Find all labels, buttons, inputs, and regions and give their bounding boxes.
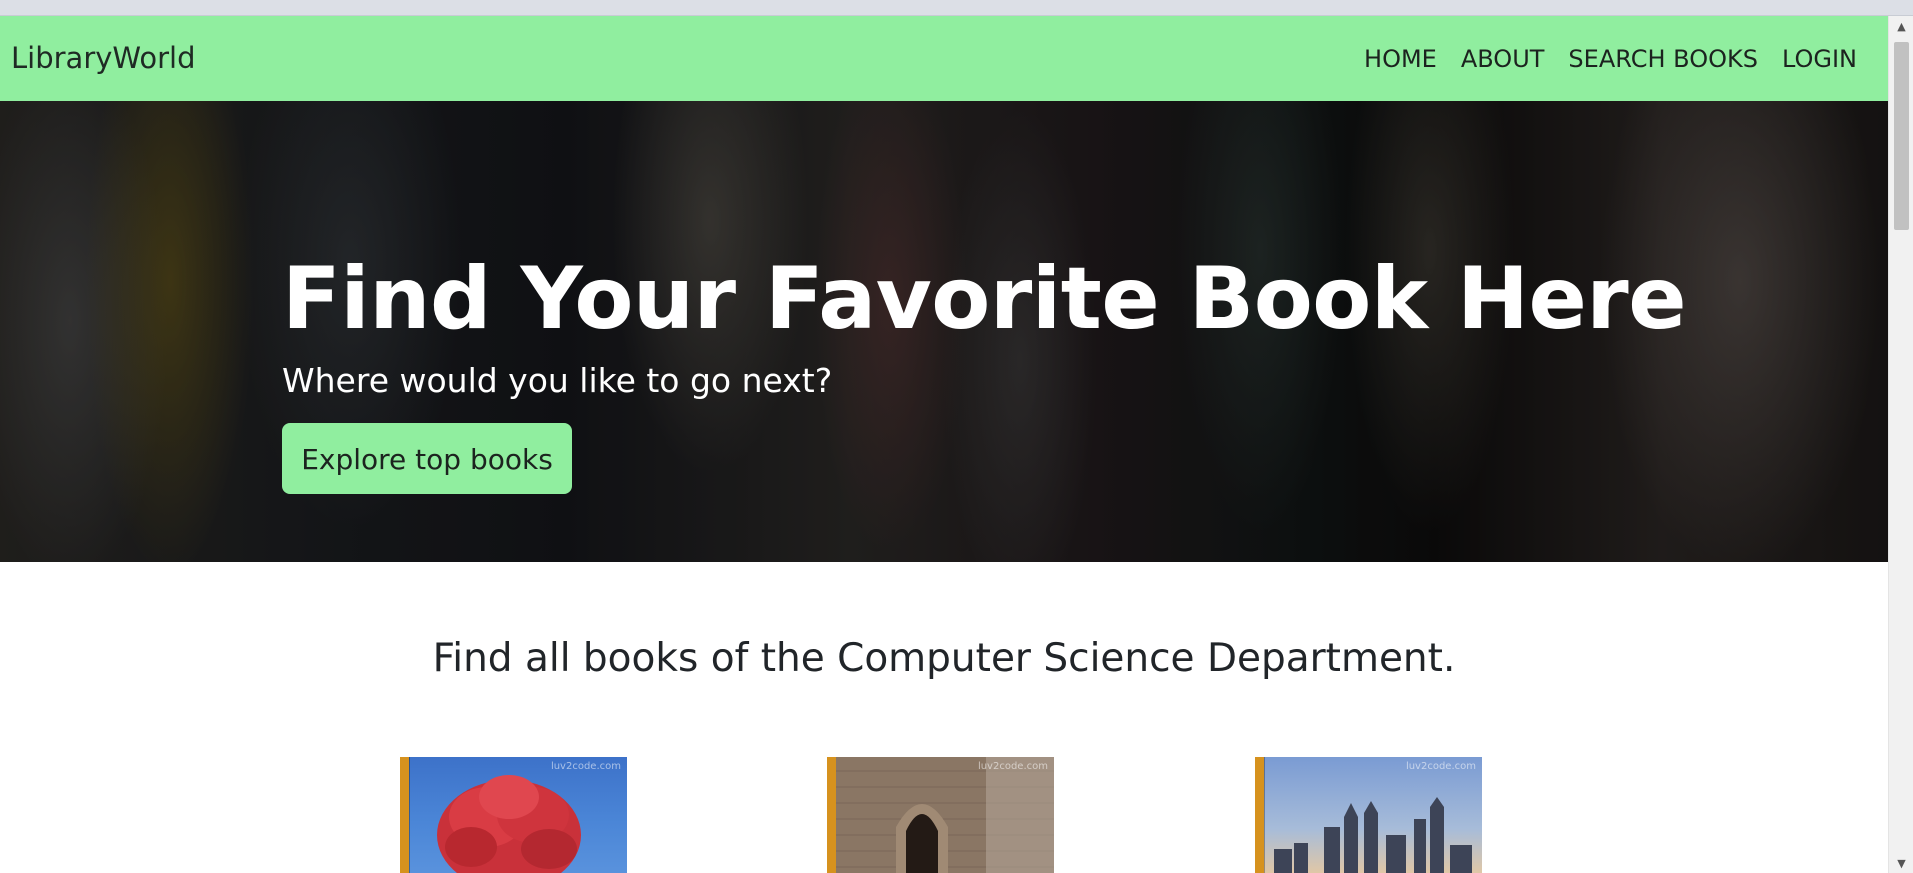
city-skyline-image <box>1274 797 1472 873</box>
hero-subtitle: Where would you like to go next? <box>282 361 833 400</box>
scrollbar-thumb[interactable] <box>1894 42 1909 230</box>
nav-link-about[interactable]: ABOUT <box>1461 45 1545 73</box>
book-watermark: luv2code.com <box>1405 761 1476 772</box>
book-cover-red-tree[interactable]: luv2code.com <box>400 757 627 873</box>
nav-link-login[interactable]: LOGIN <box>1782 45 1857 73</box>
vertical-scrollbar[interactable]: ▲ ▼ <box>1888 16 1913 873</box>
nav-links: HOME ABOUT SEARCH BOOKS LOGIN <box>1364 16 1857 101</box>
hero-content: Find Your Favorite Book Here Where would… <box>282 249 1687 494</box>
hero-title: Find Your Favorite Book Here <box>282 249 1687 349</box>
section-title: Find all books of the Computer Science D… <box>432 636 1456 681</box>
book-cover-city-skyline[interactable]: luv2code.com <box>1255 757 1482 873</box>
brand-logo-link[interactable]: LibraryWorld <box>11 16 196 101</box>
nav-link-search-books[interactable]: SEARCH BOOKS <box>1568 45 1758 73</box>
page: LibraryWorld HOME ABOUT SEARCH BOOKS LOG… <box>0 16 1888 873</box>
hero-banner: Find Your Favorite Book Here Where would… <box>0 101 1888 562</box>
book-watermark: luv2code.com <box>550 761 621 772</box>
explore-top-books-button[interactable]: Explore top books <box>282 423 572 494</box>
book-watermark: luv2code.com <box>977 761 1048 772</box>
book-cover-stone-archway[interactable]: luv2code.com <box>827 757 1054 873</box>
red-tree-image <box>437 775 581 873</box>
stone-archway-image <box>836 757 1054 873</box>
scroll-down-arrow-icon[interactable]: ▼ <box>1889 853 1913 873</box>
browser-top-strip <box>0 0 1913 16</box>
scroll-up-arrow-icon[interactable]: ▲ <box>1889 16 1913 36</box>
book-list: luv2code.com luv2code.com luv2code.com <box>0 757 1888 873</box>
nav-link-home[interactable]: HOME <box>1364 45 1437 73</box>
navbar: LibraryWorld HOME ABOUT SEARCH BOOKS LOG… <box>0 16 1888 101</box>
